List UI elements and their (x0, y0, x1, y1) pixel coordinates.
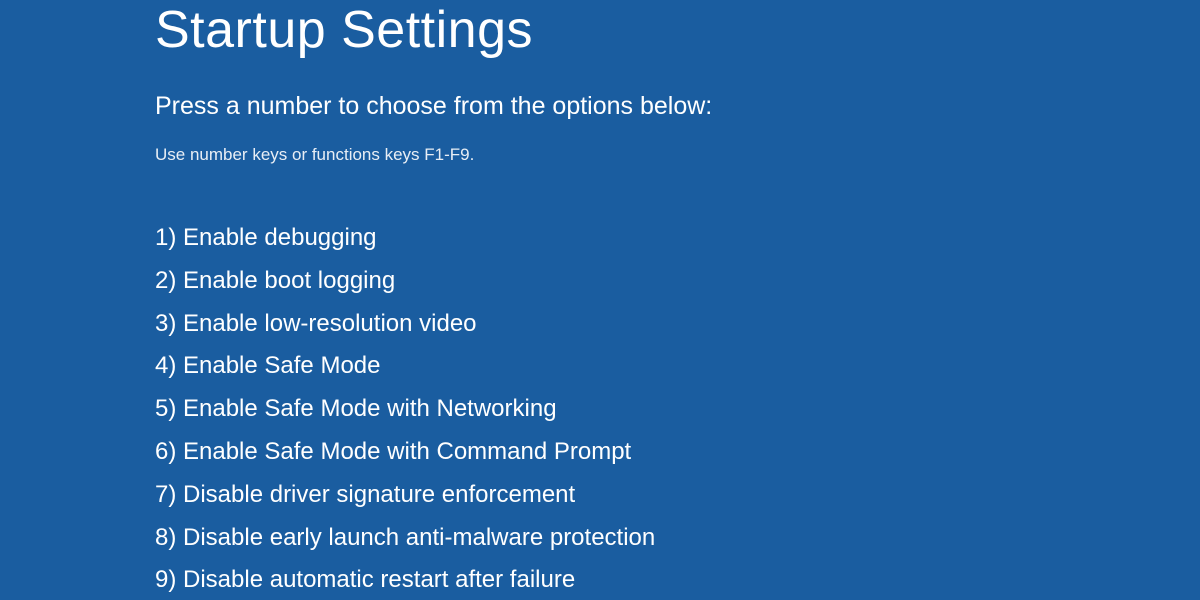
option-enable-debugging[interactable]: 1) Enable debugging (155, 221, 1200, 256)
option-enable-low-resolution-video[interactable]: 3) Enable low-resolution video (155, 307, 1200, 342)
option-disable-early-launch-antimalware[interactable]: 8) Disable early launch anti-malware pro… (155, 521, 1200, 556)
option-enable-safe-mode-networking[interactable]: 5) Enable Safe Mode with Networking (155, 392, 1200, 427)
instruction-text: Press a number to choose from the option… (155, 92, 1200, 121)
option-disable-automatic-restart[interactable]: 9) Disable automatic restart after failu… (155, 563, 1200, 598)
option-enable-boot-logging[interactable]: 2) Enable boot logging (155, 264, 1200, 299)
option-disable-driver-signature-enforcement[interactable]: 7) Disable driver signature enforcement (155, 478, 1200, 513)
options-list: 1) Enable debugging 2) Enable boot loggi… (155, 221, 1200, 598)
page-title: Startup Settings (155, 0, 1200, 60)
hint-text: Use number keys or functions keys F1-F9. (155, 145, 1200, 165)
option-enable-safe-mode[interactable]: 4) Enable Safe Mode (155, 349, 1200, 384)
option-enable-safe-mode-command-prompt[interactable]: 6) Enable Safe Mode with Command Prompt (155, 435, 1200, 470)
